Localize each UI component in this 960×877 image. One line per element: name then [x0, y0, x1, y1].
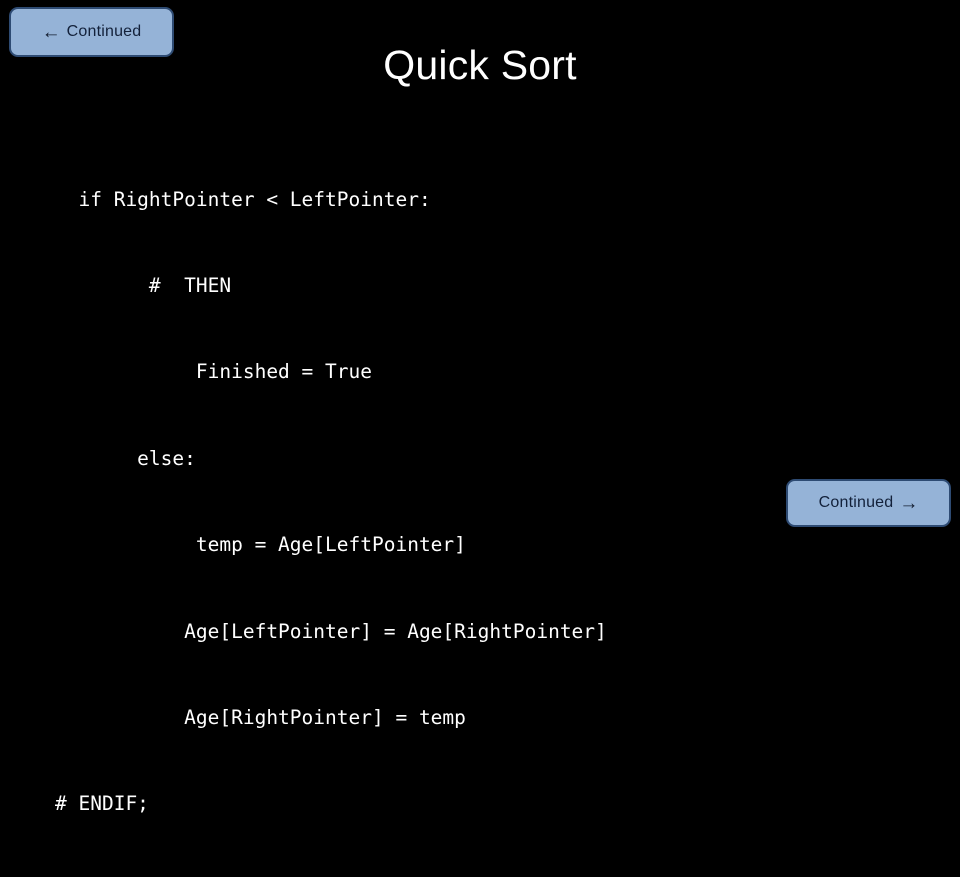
page-title: Quick Sort	[383, 42, 577, 88]
code-line: # ENDIF;	[55, 792, 149, 816]
arrow-right-icon: →	[899, 492, 919, 514]
code-line: Age[RightPointer] = temp	[55, 705, 466, 729]
slide-canvas: ← Continued Quick Sort if RightPointer <…	[0, 0, 960, 815]
arrow-left-icon: ←	[41, 21, 61, 43]
code-line: Finished = True	[55, 360, 372, 384]
code-line: Age[LeftPointer] = Age[RightPointer]	[55, 619, 607, 643]
code-line: else:	[55, 446, 196, 470]
nav-forward-continued-button[interactable]: Continued →	[786, 479, 951, 527]
nav-back-label: Continued	[66, 23, 142, 40]
code-line: temp = Age[LeftPointer]	[55, 533, 466, 557]
code-line: # THEN	[55, 273, 232, 297]
nav-forward-label: Continued	[818, 494, 894, 511]
code-line: if RightPointer < LeftPointer:	[55, 187, 431, 211]
